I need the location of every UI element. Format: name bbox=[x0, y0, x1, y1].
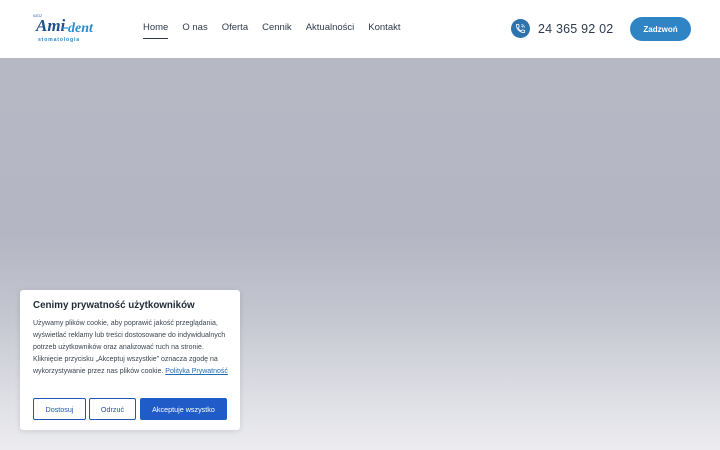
nav-item-home[interactable]: Home bbox=[143, 22, 169, 39]
cookie-consent-dialog: Cenimy prywatność użytkowników Używamy p… bbox=[20, 290, 240, 430]
phone-contact[interactable]: 24 365 92 02 bbox=[511, 19, 613, 38]
cookie-description: Używamy plików cookie, aby poprawić jako… bbox=[33, 320, 226, 375]
nav-item-cennik[interactable]: Cennik bbox=[262, 22, 292, 36]
nav-item-oferta[interactable]: Oferta bbox=[222, 22, 248, 36]
nav-item-aktualnosci[interactable]: Aktualności bbox=[306, 22, 355, 36]
cookie-title: Cenimy prywatność użytkowników bbox=[33, 300, 195, 311]
privacy-policy-link[interactable]: Polityka Prywatność bbox=[165, 368, 228, 375]
reject-button[interactable]: Odrzuć bbox=[89, 398, 136, 420]
customize-button[interactable]: Dostosuj bbox=[33, 398, 86, 420]
main-nav: Home O nas Oferta Cennik Aktualności Kon… bbox=[143, 22, 415, 39]
cookie-text: Używamy plików cookie, aby poprawić jako… bbox=[33, 318, 231, 378]
call-button[interactable]: Zadzwoń bbox=[630, 17, 691, 41]
logo-name-part1: Ami bbox=[35, 16, 66, 35]
logo[interactable]: NZOZ Ami dent stomatologia bbox=[33, 12, 103, 44]
accept-all-button[interactable]: Akceptuje wszystko bbox=[140, 398, 227, 420]
nav-item-kontakt[interactable]: Kontakt bbox=[368, 22, 400, 36]
logo-name-part2: dent bbox=[68, 21, 94, 36]
phone-icon bbox=[511, 19, 530, 38]
site-header: NZOZ Ami dent stomatologia Home O nas Of… bbox=[0, 0, 720, 58]
nav-item-o-nas[interactable]: O nas bbox=[182, 22, 207, 36]
logo-subtitle: stomatologia bbox=[38, 37, 80, 43]
phone-number: 24 365 92 02 bbox=[538, 21, 614, 36]
